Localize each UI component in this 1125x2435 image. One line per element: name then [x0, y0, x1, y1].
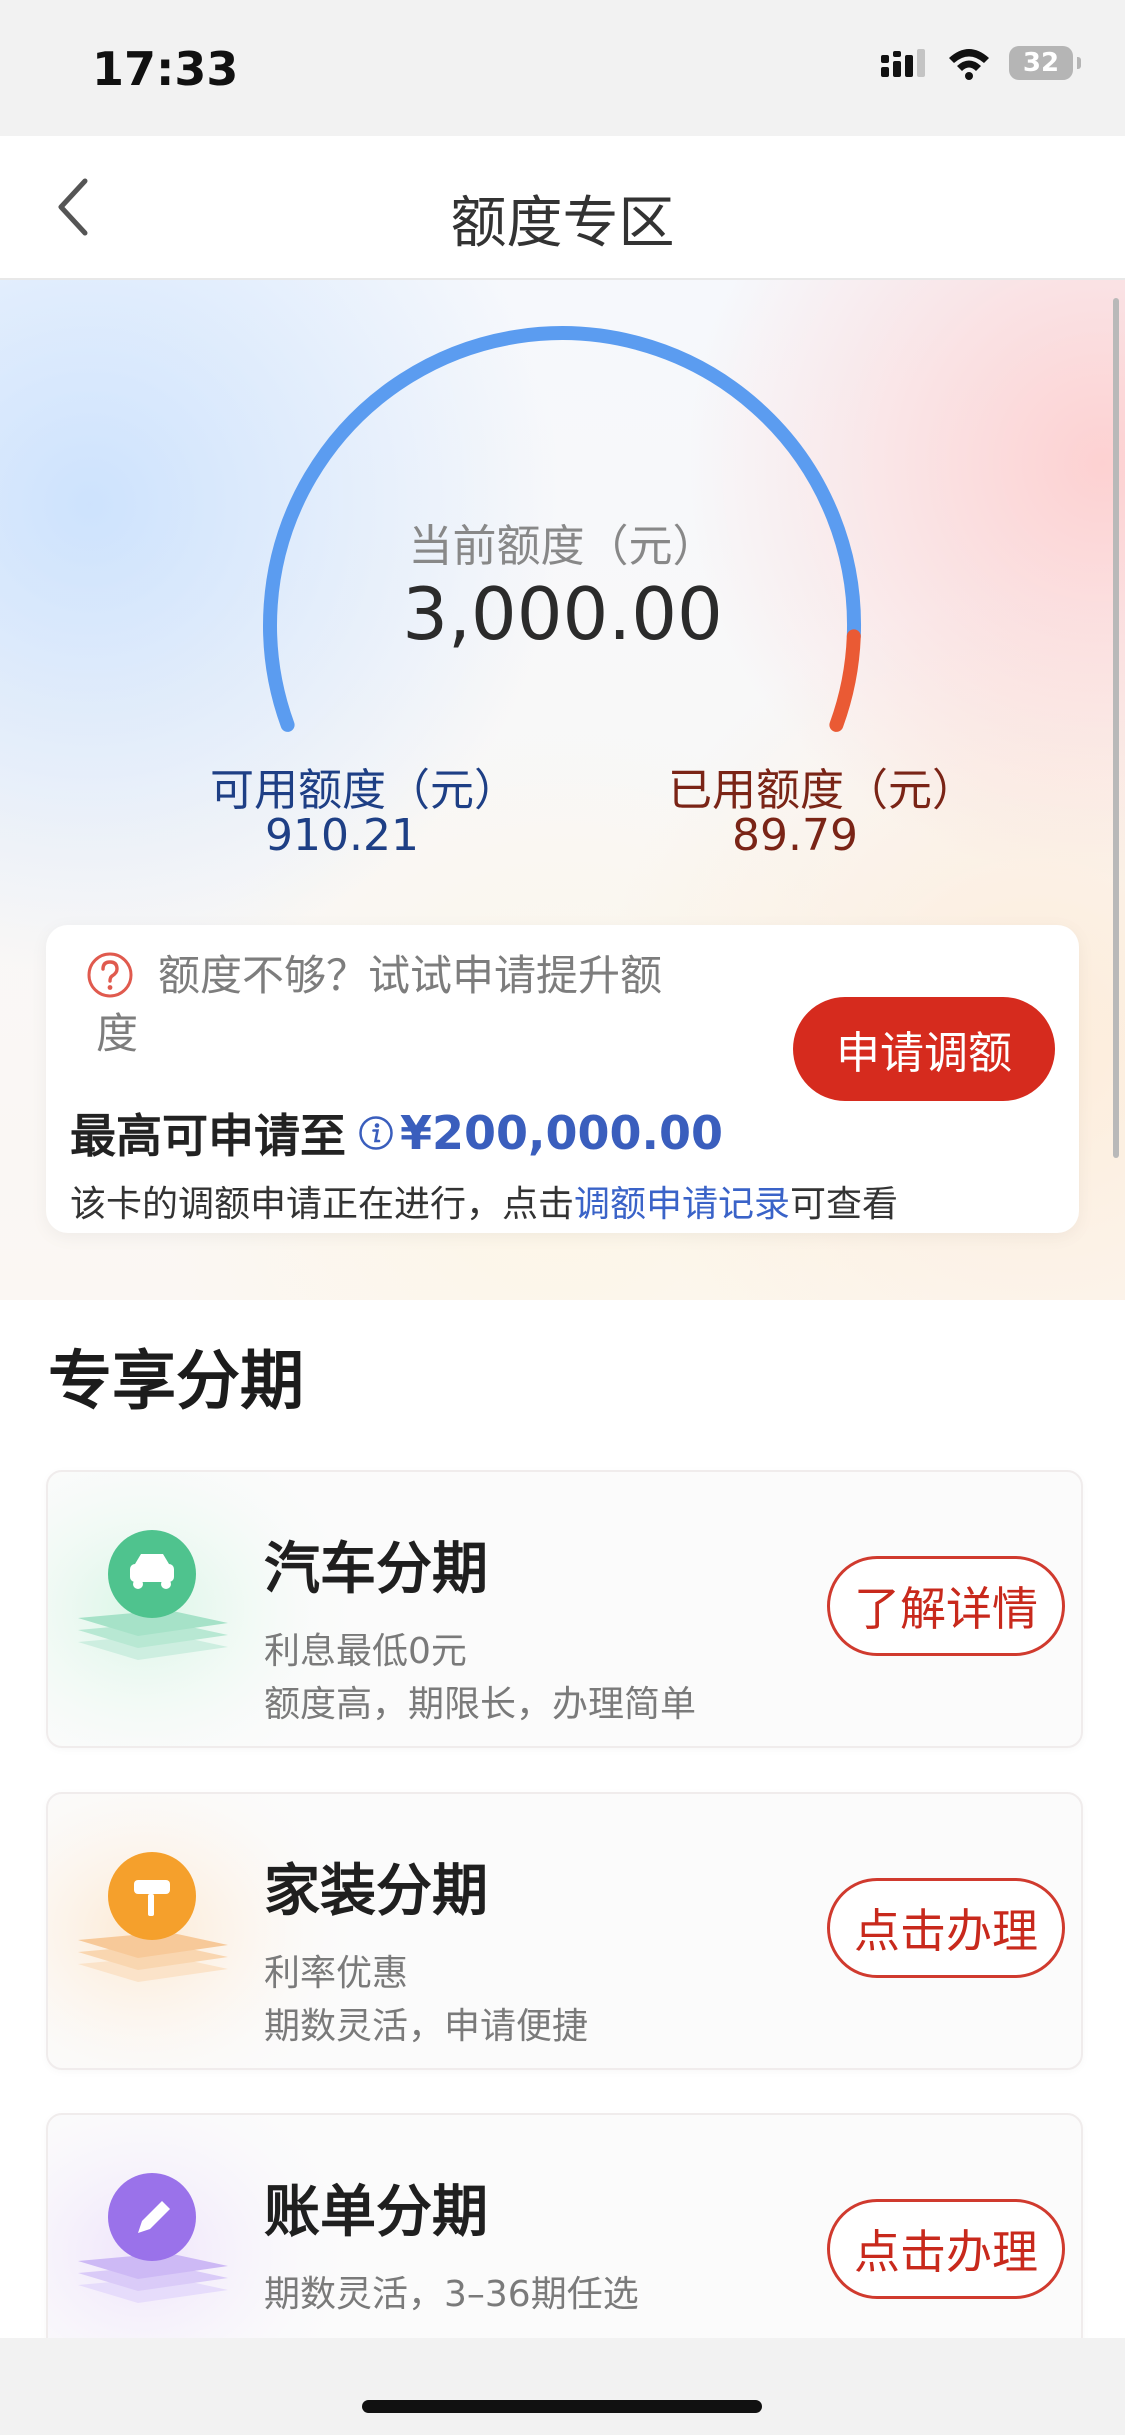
used-credit-label: 已用额度（元）: [668, 765, 976, 816]
increase-note: 该卡的调额申请正在进行，点击调额申请记录可查看: [70, 1175, 898, 1227]
adjust-record-link[interactable]: 调额申请记录: [574, 1184, 790, 1225]
increase-credit-card: 额度不够？试试申请提升额度 最高可申请至 ¥200,000.00 该卡的调额申请…: [46, 925, 1079, 1233]
status-bar: 17:33 32: [0, 0, 1125, 136]
credit-hero: 当前额度（元） 3,000.00 可用额度（元） 910.21 已用额度（元） …: [0, 280, 1125, 1300]
paint-roller-icon: [78, 1852, 228, 1982]
note-suffix: 可查看: [790, 1184, 899, 1225]
product-name: 账单分期: [264, 2180, 488, 2245]
bill-apply-button[interactable]: 点击办理: [827, 2199, 1065, 2299]
section-title: 专享分期: [48, 1345, 304, 1419]
home-apply-button[interactable]: 点击办理: [827, 1878, 1065, 1978]
current-credit-value: 3,000.00: [402, 572, 723, 656]
current-credit-label: 当前额度（元）: [408, 521, 717, 572]
product-card-car[interactable]: 汽车分期 利息最低0元 额度高，期限长，办理简单 了解详情: [46, 1470, 1083, 1748]
pencil-icon: [78, 2173, 228, 2303]
content-area[interactable]: 当前额度（元） 3,000.00 可用额度（元） 910.21 已用额度（元） …: [0, 280, 1125, 2338]
product-card-bill[interactable]: 账单分期 期数灵活，3–36期任选 点击办理: [46, 2113, 1083, 2338]
max-apply-label: 最高可申请至: [70, 1109, 346, 1163]
increase-prompt: 额度不够？试试申请提升额度: [96, 951, 663, 1058]
car-icon: [78, 1530, 228, 1660]
product-desc: 利息最低0元: [264, 1631, 467, 1672]
product-desc: 利率优惠: [264, 1953, 409, 1994]
product-desc: 期数灵活，申请便捷: [264, 2006, 589, 2047]
product-desc: 额度高，期限长，办理简单: [264, 1684, 697, 1725]
wifi-icon: [949, 49, 989, 80]
available-credit-label: 可用额度（元）: [210, 765, 518, 816]
product-name: 汽车分期: [264, 1537, 488, 1602]
product-card-home[interactable]: 家装分期 利率优惠 期数灵活，申请便捷 点击办理: [46, 1792, 1083, 2070]
product-desc: 期数灵活，3–36期任选: [264, 2274, 639, 2315]
max-apply-value: ¥200,000.00: [400, 1106, 724, 1160]
scrollbar[interactable]: [1113, 298, 1119, 1158]
home-indicator[interactable]: [362, 2400, 762, 2413]
car-details-button[interactable]: 了解详情: [827, 1556, 1065, 1656]
used-credit-value: 89.79: [732, 810, 858, 861]
signal-icon: [881, 49, 925, 77]
max-apply-row: 最高可申请至 ¥200,000.00: [70, 1100, 723, 1166]
available-credit-value: 910.21: [265, 810, 419, 861]
status-time: 17:33: [92, 42, 239, 96]
info-icon[interactable]: [358, 1115, 394, 1151]
battery-icon: 32: [1009, 46, 1081, 80]
note-prefix: 该卡的调额申请正在进行，点击: [70, 1184, 575, 1225]
nav-bar: 额度专区: [0, 136, 1125, 280]
home-indicator-area: [0, 2338, 1125, 2435]
page-title: 额度专区: [450, 191, 675, 256]
apply-adjust-button[interactable]: 申请调额: [793, 997, 1055, 1101]
status-icons: 32: [881, 46, 1081, 80]
product-name: 家装分期: [264, 1859, 488, 1924]
